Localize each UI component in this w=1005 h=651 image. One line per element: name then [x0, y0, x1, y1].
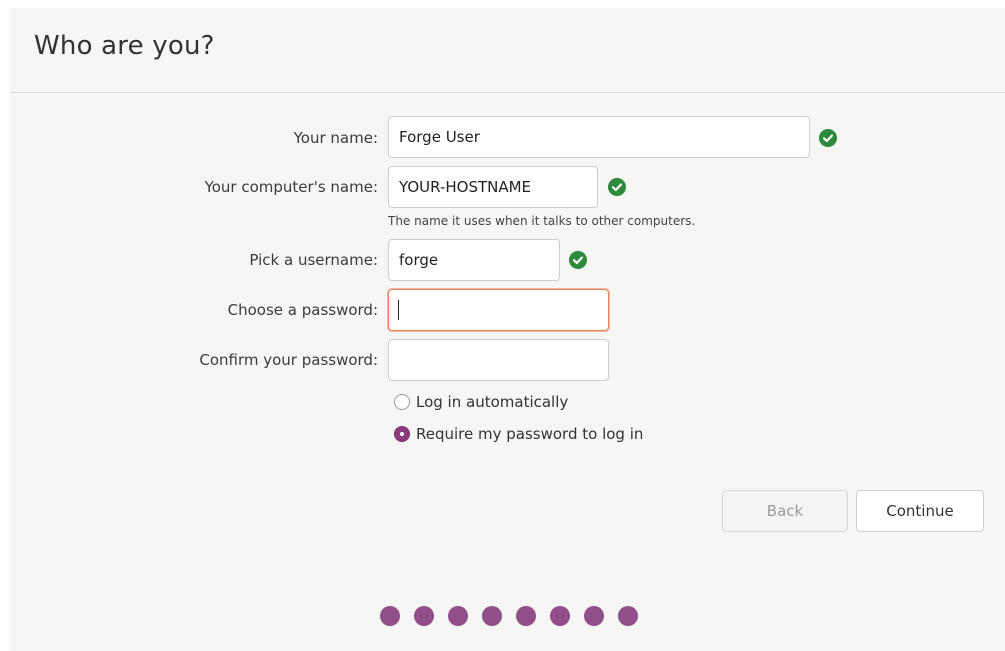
back-button[interactable]: Back — [722, 490, 848, 532]
name-value: Forge User — [399, 128, 480, 146]
progress-dot — [448, 606, 468, 626]
progress-dot — [516, 606, 536, 626]
username-label: Pick a username: — [249, 251, 378, 269]
name-input[interactable]: Forge User — [388, 116, 810, 158]
progress-dot — [482, 606, 502, 626]
username-valid-check-icon — [569, 251, 587, 269]
confirm-password-input[interactable] — [388, 339, 609, 381]
progress-dots — [380, 606, 638, 626]
progress-dot — [584, 606, 604, 626]
username-value: forge — [399, 251, 439, 269]
header: Who are you? — [10, 8, 1005, 93]
computer-name-hint: The name it uses when it talks to other … — [388, 214, 696, 228]
username-input[interactable]: forge — [388, 239, 560, 281]
password-label: Choose a password: — [227, 301, 378, 319]
name-label: Your name: — [293, 129, 378, 147]
radio-require-password[interactable]: Require my password to log in — [394, 425, 643, 443]
radio-unselected-icon — [394, 394, 410, 410]
progress-dot — [618, 606, 638, 626]
computer-name-input[interactable]: YOUR-HOSTNAME — [388, 166, 598, 208]
radio-label-require-password: Require my password to log in — [416, 425, 644, 443]
name-valid-check-icon — [819, 129, 837, 147]
computer-name-value: YOUR-HOSTNAME — [399, 178, 532, 196]
continue-button[interactable]: Continue — [856, 490, 984, 532]
progress-dot — [414, 606, 434, 626]
text-caret — [398, 300, 399, 320]
progress-dot — [550, 606, 570, 626]
computer-name-valid-check-icon — [608, 178, 626, 196]
confirm-password-label: Confirm your password: — [199, 351, 378, 369]
computer-name-label: Your computer's name: — [204, 178, 378, 196]
radio-selected-icon — [394, 426, 410, 442]
radio-label-log-in-automatically: Log in automatically — [416, 393, 569, 411]
page-title: Who are you? — [34, 31, 215, 61]
progress-dot — [380, 606, 400, 626]
installer-window: Who are you? Your name: Forge User Your … — [10, 8, 1005, 651]
radio-log-in-automatically[interactable]: Log in automatically — [394, 393, 568, 411]
password-input[interactable] — [388, 289, 609, 331]
